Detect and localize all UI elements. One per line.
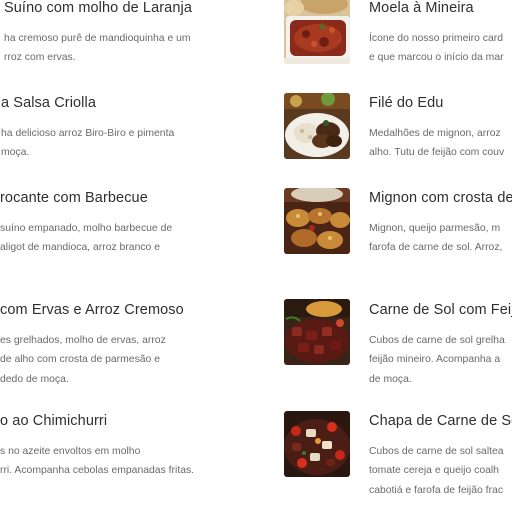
carne-de-sol-dish-photo[interactable] xyxy=(284,299,350,365)
description-line: de moça. xyxy=(369,373,412,385)
description-line: suíno empanado, molho barbecue de xyxy=(0,223,173,234)
description-line: tomate cereja e queijo coalh xyxy=(369,465,499,477)
description-line: feijão mineiro. Acompanha a xyxy=(369,354,501,366)
mignon-dish-photo[interactable] xyxy=(284,188,350,254)
dish-description: es grelhados, molho de ervas, arroz de a… xyxy=(0,331,184,389)
description-line: es grelhados, molho de ervas, arroz xyxy=(0,335,166,346)
dish-title: Mignon com crosta de xyxy=(369,190,512,206)
menu-item-right-3[interactable]: Mignon com crosta de Mignon, queijo parm… xyxy=(369,190,512,258)
description-line: ha delicioso arroz Biro-Biro e pimenta xyxy=(1,128,175,139)
description-line: ha cremoso purê de mandioquinha e um xyxy=(4,33,191,44)
menu-item-left-5[interactable]: o ao Chimichurri s no azeite envoltos em… xyxy=(0,413,194,481)
dish-title: rocante com Barbecue xyxy=(0,190,148,206)
dish-description: suíno empanado, molho barbecue de aligot… xyxy=(0,219,172,258)
mignon-dish-image xyxy=(284,188,350,254)
menu-item-right-2[interactable]: Filé do Edu Medalhões de mignon, arroz a… xyxy=(369,95,504,163)
dish-description: ha cremoso purê de mandioquinha e um rro… xyxy=(4,29,192,68)
chapa-dish-photo[interactable] xyxy=(284,411,350,477)
description-line: Medalhões de mignon, arroz xyxy=(369,128,501,139)
menu-item-left-4[interactable]: com Ervas e Arroz Cremoso es grelhados, … xyxy=(0,302,184,389)
dish-description: Cubos de carne de sol grelha feijão mine… xyxy=(369,331,512,389)
dish-description: s no azeite envoltos em molho rri. Acomp… xyxy=(0,442,194,481)
description-line: e que marcou o início da mar xyxy=(369,52,504,64)
menu-item-right-1[interactable]: Moela à Mineira Ícone do nosso primeiro … xyxy=(369,0,504,68)
dish-description: Ícone do nosso primeiro card e que marco… xyxy=(369,29,504,68)
dish-description: Cubos de carne de sol saltea tomate cere… xyxy=(369,442,512,500)
moela-dish-photo[interactable] xyxy=(284,0,350,64)
description-line: Cubos de carne de sol saltea xyxy=(369,446,504,457)
description-line: de alho com crosta de parmesão e xyxy=(0,354,160,366)
file-dish-image xyxy=(284,93,350,159)
dish-description: ha delicioso arroz Biro-Biro e pimenta m… xyxy=(1,124,174,163)
dish-title: com Ervas e Arroz Cremoso xyxy=(0,302,184,318)
menu-item-left-1[interactable]: Suíno com molho de Laranja ha cremoso pu… xyxy=(4,0,192,68)
description-line: Ícone do nosso primeiro card xyxy=(369,33,503,44)
description-line: s no azeite envoltos em molho xyxy=(0,446,141,457)
dish-title: o ao Chimichurri xyxy=(0,413,108,429)
dish-title: Suíno com molho de Laranja xyxy=(4,0,192,16)
file-dish-photo[interactable] xyxy=(284,93,350,159)
dish-title: Carne de Sol com Feijã xyxy=(369,302,512,318)
dish-title: Chapa de Carne de Sol xyxy=(369,413,512,429)
dish-title: a Salsa Criolla xyxy=(1,95,96,111)
dish-title: Moela à Mineira xyxy=(369,0,474,16)
menu-item-right-4[interactable]: Carne de Sol com Feijã Cubos de carne de… xyxy=(369,302,512,389)
menu-item-left-3[interactable]: rocante com Barbecue suíno empanado, mol… xyxy=(0,190,172,258)
carne-de-sol-dish-image xyxy=(284,299,350,365)
description-line: rroz com ervas. xyxy=(4,52,76,64)
description-line: Cubos de carne de sol grelha xyxy=(369,335,505,346)
description-line: farofa de carne de sol. Arroz, xyxy=(369,242,503,254)
description-line: Mignon, queijo parmesão, m xyxy=(369,223,501,234)
dish-title: Filé do Edu xyxy=(369,95,444,111)
dish-description: Mignon, queijo parmesão, m farofa de car… xyxy=(369,219,512,258)
dish-description: Medalhões de mignon, arroz alho. Tutu de… xyxy=(369,124,504,163)
description-line: alho. Tutu de feijão com couv xyxy=(369,147,505,159)
moela-dish-image xyxy=(284,0,350,64)
menu-item-right-5[interactable]: Chapa de Carne de Sol Cubos de carne de … xyxy=(369,413,512,500)
description-line: rri. Acompanha cebolas empanadas fritas. xyxy=(0,465,195,477)
chapa-dish-image xyxy=(284,411,350,477)
description-line: cabotiá e farofa de feijão frac xyxy=(369,484,504,496)
description-line: dedo de moça. xyxy=(0,373,69,385)
menu-item-left-2[interactable]: a Salsa Criolla ha delicioso arroz Biro-… xyxy=(1,95,174,163)
description-line: moça. xyxy=(1,147,30,159)
description-line: aligot de mandioca, arroz branco e xyxy=(0,242,160,254)
